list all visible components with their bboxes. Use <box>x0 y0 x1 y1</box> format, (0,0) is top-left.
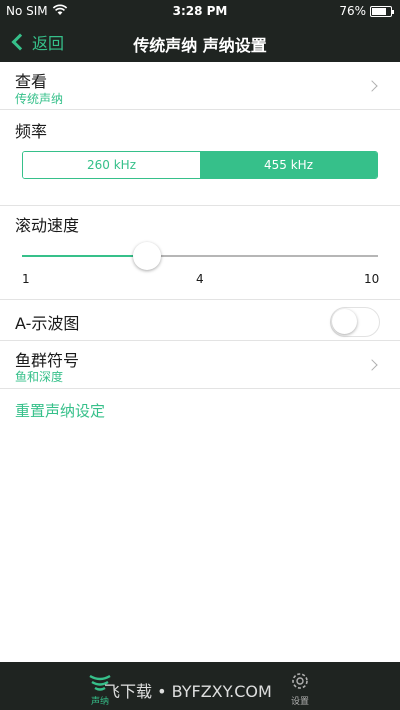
frequency-title: 频率 <box>15 122 48 141</box>
status-bar: No SIM 3:28 PM 76% <box>0 0 400 22</box>
scroll-speed-slider-thumb[interactable] <box>132 242 161 270</box>
chevron-right-icon <box>366 359 378 371</box>
view-title: 查看 <box>15 72 48 91</box>
gear-icon <box>292 673 308 689</box>
frequency-segmented-control: 260 kHz 455 kHz <box>22 151 378 179</box>
frequency-option-455[interactable]: 455 kHz <box>200 152 377 178</box>
scroll-speed-title: 滚动速度 <box>15 216 80 235</box>
reset-sonar-settings-button[interactable]: 重置声纳设定 <box>15 400 105 421</box>
a-scope-title: A-示波图 <box>15 314 80 333</box>
frequency-option-260[interactable]: 260 kHz <box>23 152 200 178</box>
view-value: 传统声纳 <box>15 92 64 106</box>
page-title: 传统声纳 声纳设置 <box>133 36 267 55</box>
fish-symbol-row[interactable]: 鱼群符号 鱼和深度 <box>0 341 400 389</box>
nav-bar: 返回 传统声纳 声纳设置 <box>0 22 400 62</box>
fish-symbol-value: 鱼和深度 <box>15 370 64 384</box>
slider-min-label: 1 <box>22 272 30 286</box>
tab-settings-label: 设置 <box>290 697 309 707</box>
toggle-knob <box>332 309 357 334</box>
tab-settings[interactable]: 设置 <box>270 662 330 710</box>
slider-track[interactable] <box>146 255 378 257</box>
watermark: 飞下载 • BYFZXY.COM <box>104 682 272 701</box>
battery-percent: 76% <box>339 4 366 18</box>
slider-max-label: 10 <box>364 272 380 286</box>
slider-mid-label: 4 <box>196 272 204 286</box>
slider-track-filled[interactable] <box>22 255 147 257</box>
a-scope-toggle[interactable] <box>330 307 380 337</box>
battery-icon <box>370 6 394 17</box>
view-row[interactable]: 查看 传统声纳 <box>0 62 400 110</box>
chevron-right-icon <box>366 80 378 92</box>
